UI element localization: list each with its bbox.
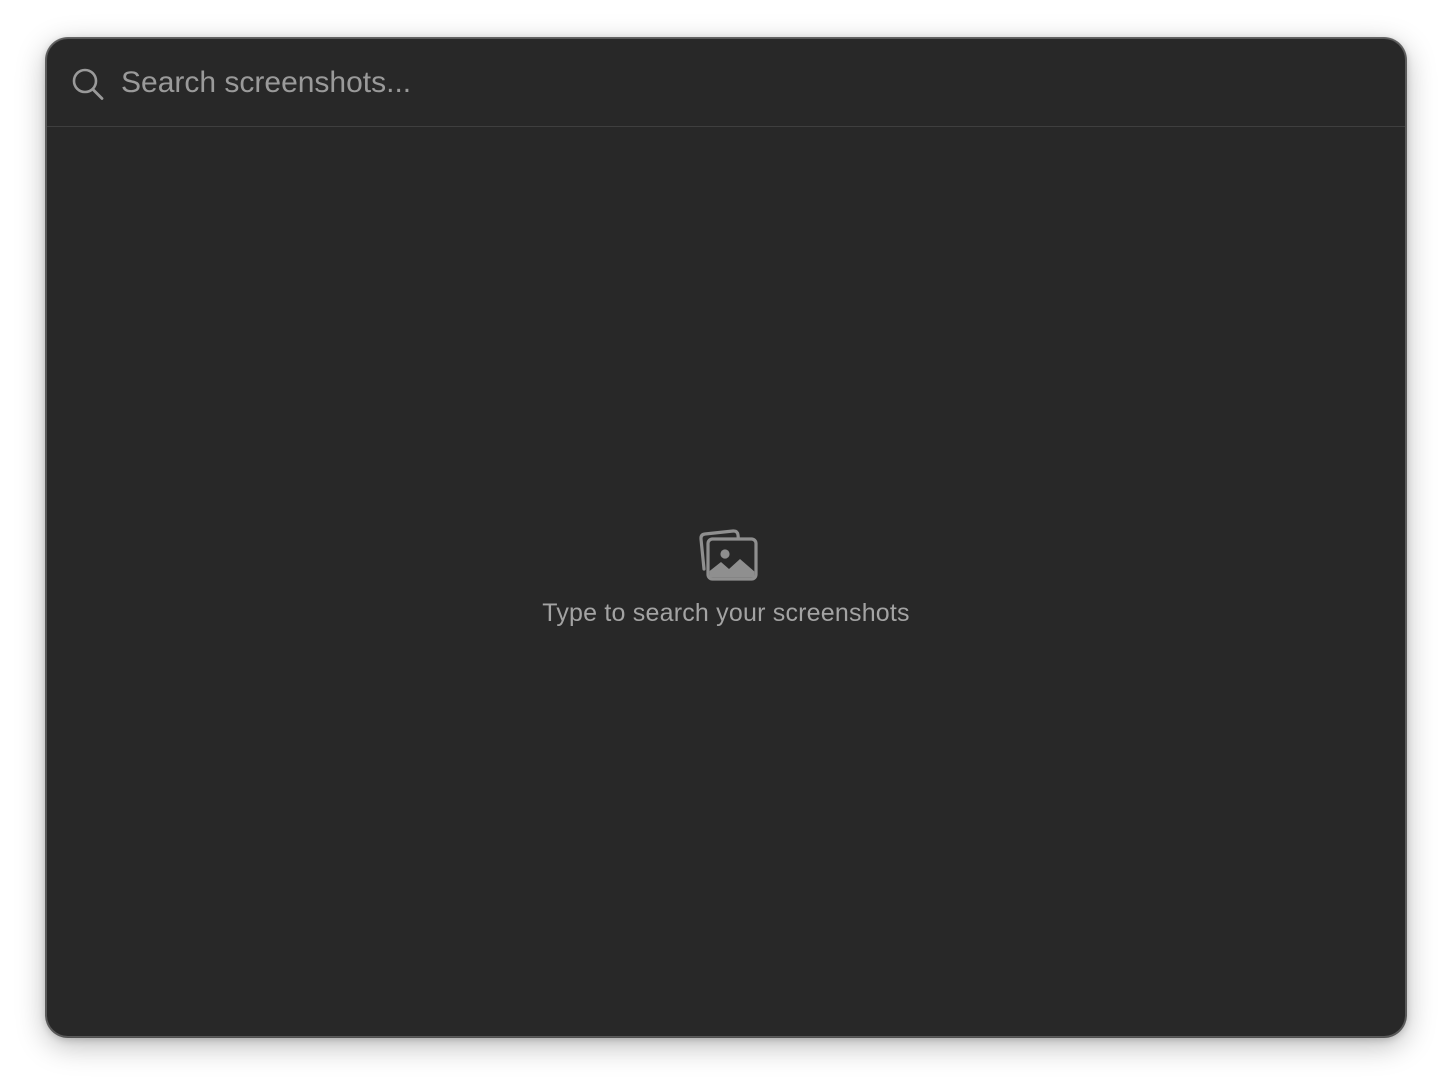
search-bar: [47, 39, 1405, 127]
desktop-backdrop: Type to search your screenshots: [0, 0, 1452, 1092]
empty-state-message: Type to search your screenshots: [542, 599, 910, 627]
photos-stack-icon: [699, 529, 758, 581]
empty-state: Type to search your screenshots: [47, 527, 1405, 628]
screenshot-search-window: Type to search your screenshots: [46, 38, 1406, 1037]
search-input[interactable]: [121, 59, 1321, 107]
search-icon: [72, 68, 104, 100]
